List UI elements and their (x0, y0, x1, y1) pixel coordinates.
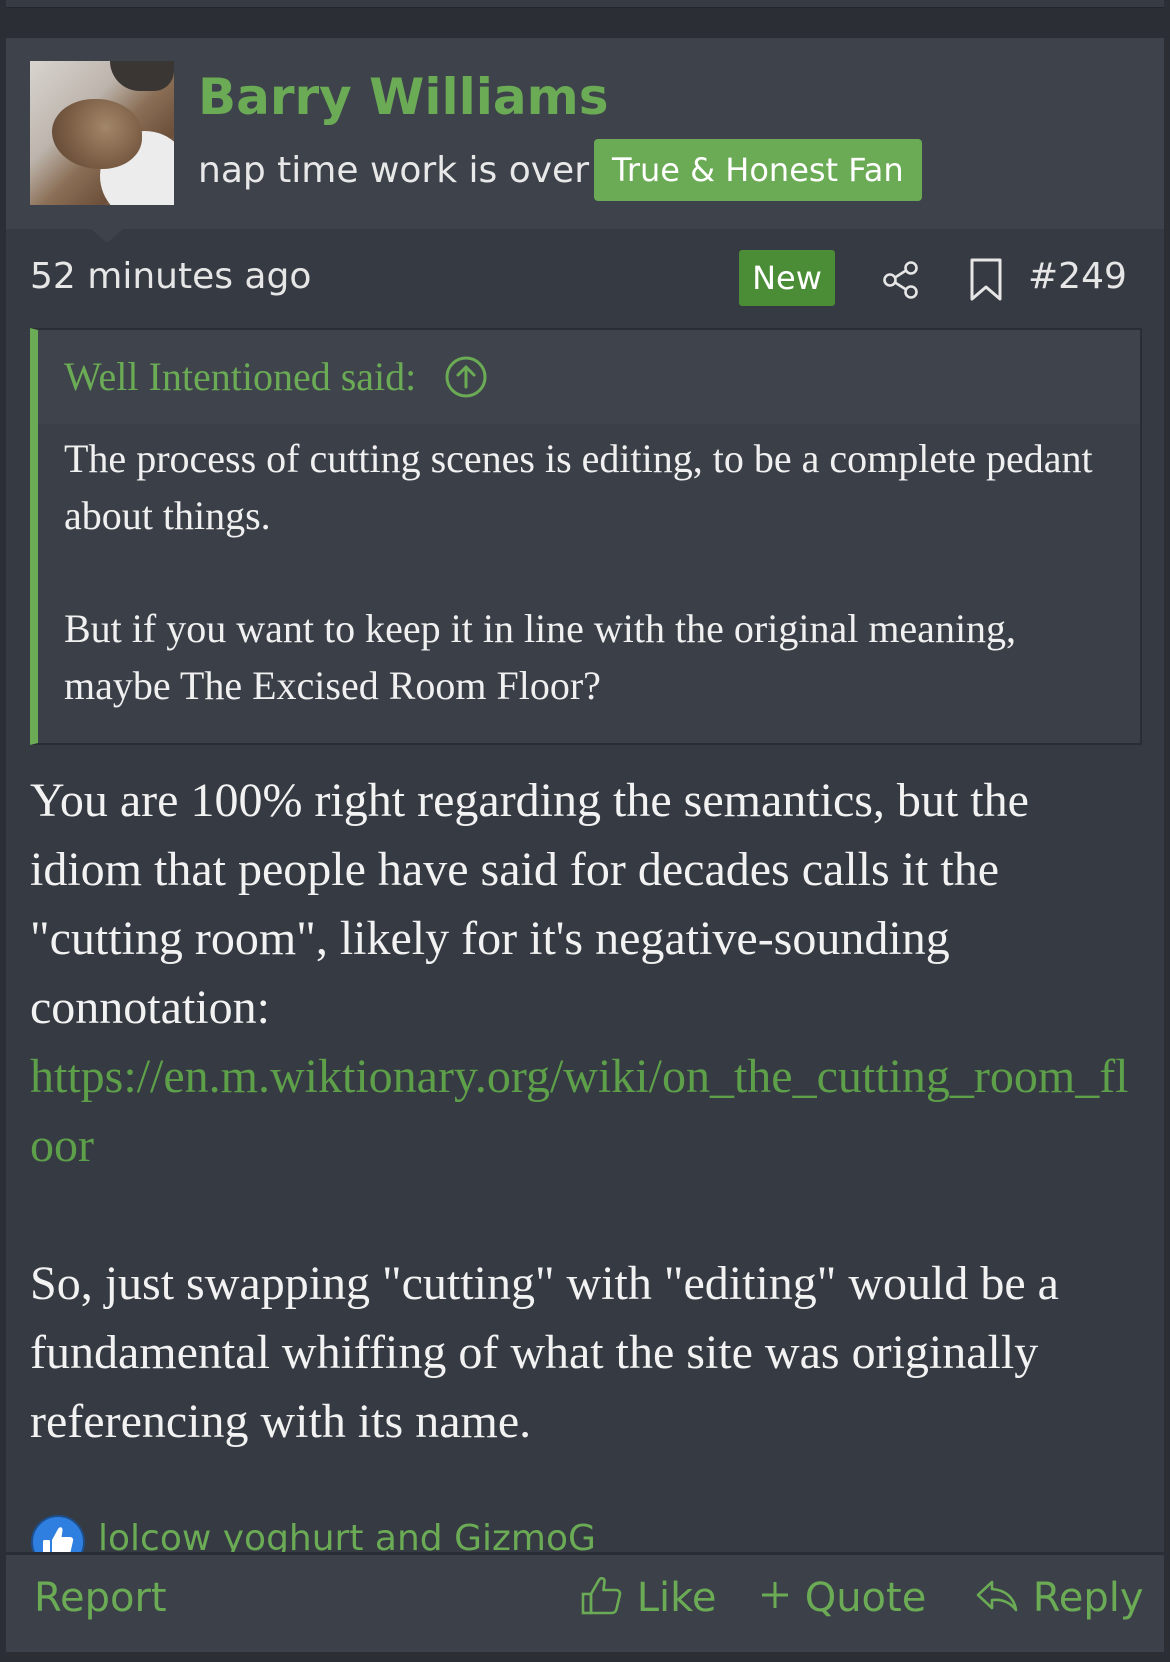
post-timestamp[interactable]: 52 minutes ago (30, 256, 311, 297)
previous-post-edge (0, 0, 1170, 38)
user-title: nap time work is over (198, 150, 589, 191)
avatar-shadow (110, 61, 174, 91)
quote-label: Quote (804, 1575, 927, 1621)
message-paragraph: So, just swapping "cutting" with "editin… (30, 1257, 1059, 1448)
report-label: Report (34, 1575, 167, 1621)
post-number[interactable]: #249 (1028, 256, 1127, 297)
quote-block: Well Intentioned said: The process of cu… (30, 328, 1142, 745)
report-button[interactable]: Report (34, 1575, 167, 1621)
previous-post-bottom (6, 0, 1164, 8)
bookmark-icon[interactable] (968, 257, 1004, 303)
new-badge: New (739, 250, 835, 306)
reply-label: Reply (1032, 1575, 1144, 1621)
quote-button[interactable]: Quote (758, 1575, 926, 1621)
share-icon[interactable] (880, 259, 922, 301)
quote-author[interactable]: Well Intentioned said: (64, 354, 416, 399)
quote-paragraph: The process of cutting scenes is editing… (64, 436, 1093, 538)
user-banner: True & Honest Fan (594, 139, 922, 201)
quote-paragraph: But if you want to keep it in line with … (64, 606, 1017, 708)
quote-content: The process of cutting scenes is editing… (64, 430, 1124, 714)
arrow-up-circle-icon[interactable] (444, 355, 488, 399)
quote-attribution[interactable]: Well Intentioned said: (38, 330, 1140, 424)
cat-avatar (52, 99, 142, 169)
forum-post: Barry Williams nap time work is over Tru… (6, 38, 1164, 1652)
post-header: Barry Williams nap time work is over Tru… (6, 38, 1164, 229)
reply-arrow-icon (976, 1580, 1018, 1612)
post-message: You are 100% right regarding the semanti… (30, 766, 1150, 1456)
thumbs-up-icon (581, 1576, 622, 1615)
reply-button[interactable]: Reply (974, 1575, 1144, 1621)
like-label: Like (636, 1575, 717, 1621)
message-paragraph: You are 100% right regarding the semanti… (30, 774, 1029, 1034)
plus-icon (762, 1582, 788, 1608)
user-avatar[interactable] (30, 61, 174, 205)
username[interactable]: Barry Williams (198, 68, 608, 126)
page-bottom (0, 1652, 1170, 1662)
post-actions: Report Like Quote Reply (6, 1555, 1164, 1652)
wiktionary-link[interactable]: https://en.m.wiktionary.org/wiki/on_the_… (30, 1050, 1129, 1172)
like-button[interactable]: Like (580, 1575, 716, 1621)
